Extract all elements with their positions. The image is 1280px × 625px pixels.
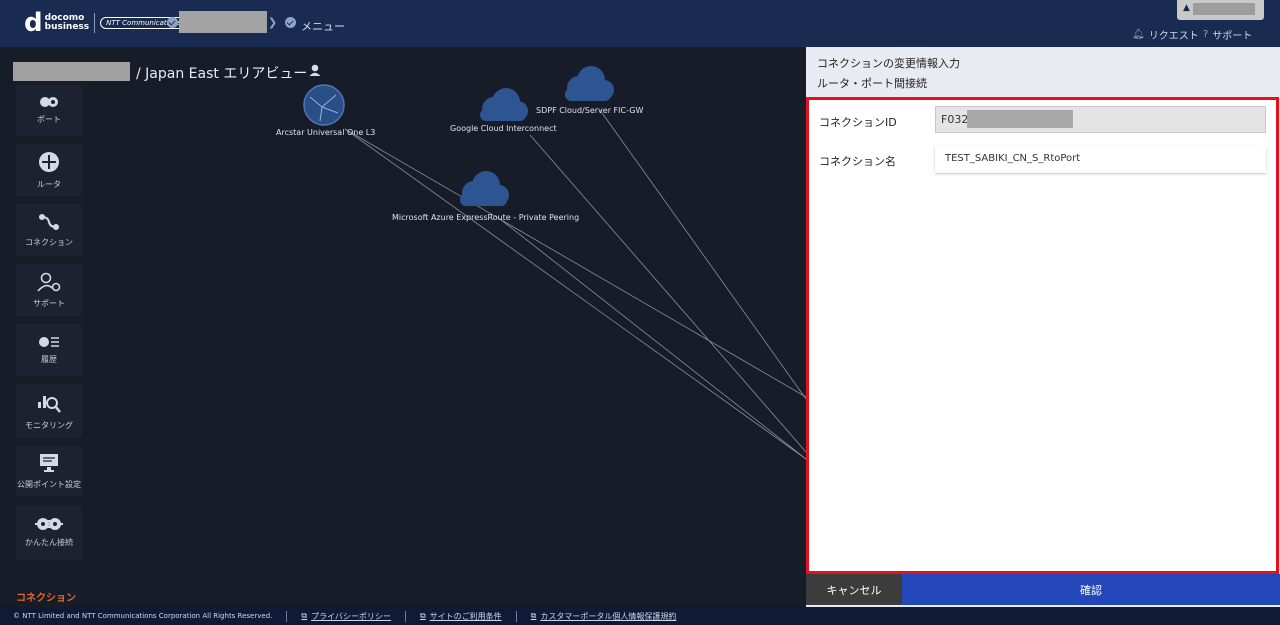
user-support-icon[interactable] bbox=[309, 64, 321, 76]
current-section-label: コネクション bbox=[16, 593, 76, 604]
chevron-right-icon: ❯ bbox=[268, 16, 278, 29]
confirm-button[interactable]: 確認 bbox=[902, 574, 1280, 605]
area-name-redacted bbox=[13, 62, 130, 81]
support-user-icon bbox=[37, 272, 61, 292]
connection-id-label: コネクションID bbox=[819, 116, 897, 129]
footer-link-customer-privacy[interactable]: ⧉ カスタマーポータル個人情報保護規約 bbox=[515, 610, 676, 622]
connection-id-redacted bbox=[967, 110, 1073, 128]
logo-divider bbox=[94, 13, 96, 33]
monitor-icon bbox=[40, 453, 58, 472]
sidebar-item-easy-connect[interactable]: かんたん接続 bbox=[16, 505, 82, 560]
sidebar-item-history[interactable]: 履歴 bbox=[16, 324, 82, 376]
username-redacted bbox=[1193, 3, 1255, 15]
cloud-icon[interactable] bbox=[565, 66, 614, 101]
external-link-icon: ⧉ bbox=[530, 611, 537, 620]
footer-link-terms[interactable]: ⧉ サイトのご利用条件 bbox=[404, 610, 502, 622]
sidebar-item-connection[interactable]: コネクション bbox=[16, 204, 82, 256]
connection-form: コネクションID F032 コネクション名 TEST_SABIKI_CN_S_R… bbox=[806, 97, 1279, 574]
connection-icon bbox=[39, 213, 59, 230]
page-footer: © NTT Limited and NTT Communications Cor… bbox=[0, 607, 1280, 625]
port-icon bbox=[40, 97, 58, 107]
connection-id-field: F032 bbox=[935, 106, 1266, 133]
sidebar-item-monitoring[interactable]: モニタリング bbox=[16, 384, 82, 438]
cloud-icon[interactable] bbox=[480, 88, 528, 121]
sidebar-item-port[interactable]: ポート bbox=[16, 85, 82, 136]
connection-name-label: コネクション名 bbox=[819, 155, 896, 168]
panel-heading: コネクションの変更情報入力 bbox=[817, 57, 960, 70]
bell-icon: 🔔︎ bbox=[1132, 29, 1145, 40]
globe-icon[interactable] bbox=[303, 84, 345, 126]
connection-edit-panel: コネクションの変更情報入力 ルータ・ポート間接続 コネクションID F032 コ… bbox=[806, 47, 1280, 607]
cloud-icon[interactable] bbox=[460, 171, 509, 206]
logo-wordmark: docomo business bbox=[44, 13, 90, 32]
history-icon bbox=[39, 336, 59, 347]
sidebar-item-support[interactable]: サポート bbox=[16, 264, 82, 316]
menu-link[interactable]: メニュー bbox=[301, 18, 345, 34]
router-icon bbox=[39, 151, 59, 172]
page-title: / Japan East エリアビュー bbox=[136, 66, 308, 82]
user-icon: ▲ bbox=[1183, 3, 1190, 13]
plug-icon bbox=[35, 518, 63, 530]
external-link-icon: ⧉ bbox=[301, 611, 308, 620]
monitoring-icon bbox=[38, 395, 61, 413]
copyright-text: © NTT Limited and NTT Communications Cor… bbox=[13, 612, 273, 620]
breadcrumb-redacted[interactable] bbox=[179, 11, 267, 33]
node-label-azure[interactable]: Microsoft Azure ExpressRoute - Private P… bbox=[392, 213, 579, 222]
sidebar-item-router[interactable]: ルータ bbox=[16, 144, 82, 196]
request-link[interactable]: 🔔︎ リクエスト bbox=[1132, 27, 1199, 42]
node-label-sdpf[interactable]: SDPF Cloud/Server FIC-GW bbox=[536, 106, 643, 115]
sidebar-item-public-point[interactable]: 公開ポイント設定 bbox=[16, 446, 82, 496]
footer-link-privacy[interactable]: ⧉ プライバシーポリシー bbox=[286, 610, 391, 622]
check-circle-icon bbox=[167, 17, 178, 28]
node-label-arcstar[interactable]: Arcstar Universal One L3 bbox=[276, 128, 375, 137]
connection-lines bbox=[303, 66, 806, 460]
node-label-google[interactable]: Google Cloud Interconnect bbox=[450, 124, 557, 133]
menu-check-icon bbox=[285, 17, 296, 28]
external-link-icon: ⧉ bbox=[419, 611, 426, 620]
docomo-business-logo[interactable]: d docomo business NTT Communications bbox=[24, 10, 187, 36]
docomo-d-mark: d bbox=[24, 8, 43, 38]
connection-name-input[interactable]: TEST_SABIKI_CN_S_RtoPort bbox=[935, 146, 1266, 173]
support-link[interactable]: ? サポート bbox=[1203, 27, 1252, 42]
help-circle-icon: ? bbox=[1203, 29, 1209, 40]
area-map[interactable]: Arcstar Universal One L3 Google Cloud In… bbox=[0, 47, 806, 607]
cancel-button[interactable]: キャンセル bbox=[806, 574, 902, 605]
panel-subheading: ルータ・ポート間接続 bbox=[817, 77, 927, 90]
